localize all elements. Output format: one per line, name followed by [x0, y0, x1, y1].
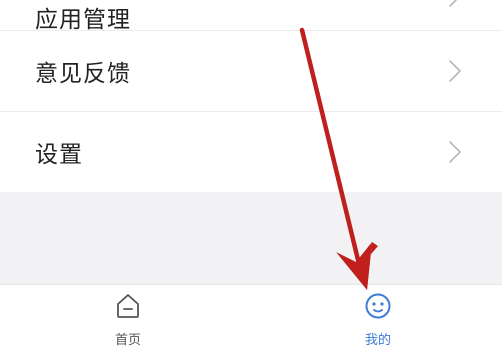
tab-me[interactable]: 我的: [318, 285, 438, 350]
chevron-right-icon: [449, 141, 461, 163]
tab-home[interactable]: 首页: [68, 285, 188, 350]
tab-label: 我的: [364, 333, 391, 348]
smiley-face-icon: [365, 293, 391, 319]
tab-label: 首页: [114, 333, 141, 348]
menu-item-label: 设置: [35, 142, 83, 168]
chevron-right-icon: [449, 60, 461, 82]
menu-item-settings[interactable]: 设置: [0, 112, 502, 192]
bottom-tab-bar: 首页 我的: [0, 284, 502, 350]
menu-item-label: 意见反馈: [35, 61, 131, 87]
profile-screen: 应用管理 意见反馈 设置 首页 我的: [0, 0, 502, 350]
menu-item-app-management[interactable]: 应用管理: [0, 0, 502, 33]
chevron-right-icon: [449, 0, 458, 7]
empty-gray-area: [0, 186, 502, 284]
home-icon: [117, 294, 139, 318]
menu-item-label: 应用管理: [35, 7, 131, 33]
menu-item-feedback[interactable]: 意见反馈: [0, 31, 502, 111]
